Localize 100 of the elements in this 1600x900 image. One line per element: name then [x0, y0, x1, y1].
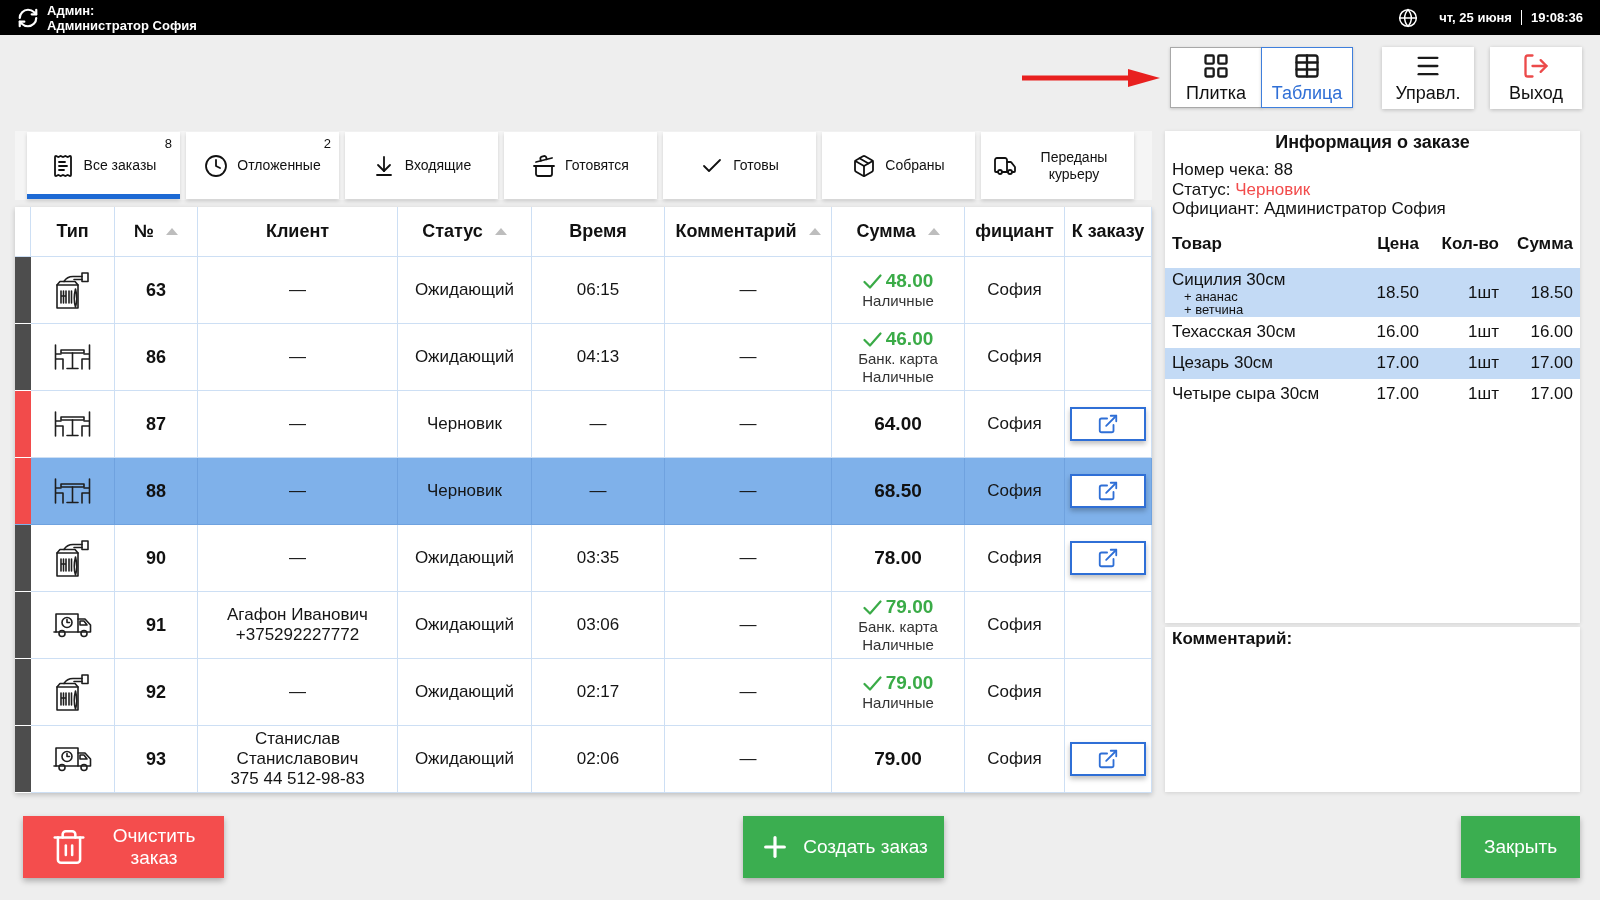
open-order-button[interactable] — [1070, 474, 1146, 508]
order-amount: 48.00 — [885, 270, 934, 292]
takeaway-bag-icon — [56, 539, 89, 577]
order-row[interactable]: 91 Агафон Иванович +375292227772 Ожидающий 03:06 — 79.00 Банк. карта Наличные София — [15, 592, 1152, 659]
item-price: 16.00 — [1375, 322, 1419, 342]
order-time: 02:17 — [576, 682, 620, 702]
order-number: 92 — [146, 681, 166, 703]
item-total: 17.00 — [1529, 353, 1573, 373]
order-time: 02:06 — [576, 749, 620, 769]
payment-method: Наличные — [862, 292, 934, 310]
client-name: — — [289, 548, 306, 568]
time-text: 19:08:36 — [1529, 10, 1583, 25]
order-amount: 79.00 — [874, 748, 922, 770]
order-info-line: Номер чека: 88 — [1172, 160, 1294, 180]
order-info-line: Статус: Черновик — [1172, 179, 1312, 199]
order-item-row[interactable]: Техасская 30см 16.00 1шт 16.00 — [1165, 316, 1580, 348]
column-header: № — [133, 221, 155, 242]
column-header: Кол-во — [1440, 233, 1499, 254]
order-filter-tab[interactable]: Отложенные 2 — [186, 132, 339, 199]
order-item-row[interactable]: Четыре сыра 30см 17.00 1шт 17.00 — [1165, 378, 1580, 410]
order-filter-tab[interactable]: Собраны — [822, 132, 975, 199]
order-filter-tab[interactable]: Переданы курьеру — [981, 132, 1134, 199]
order-amount: 79.00 — [885, 596, 934, 618]
exit-button[interactable]: Выход — [1490, 47, 1582, 109]
order-comment: — — [739, 280, 757, 300]
order-amount: 46.00 — [885, 328, 934, 350]
date-text: чт, 25 июня — [1439, 10, 1522, 25]
order-row[interactable]: 92 — Ожидающий 02:17 — 79.00 Наличные София — [15, 659, 1152, 726]
order-comment: — — [739, 481, 757, 501]
view-toggle-button[interactable]: Плитка — [1170, 47, 1262, 108]
open-order-button[interactable] — [1070, 742, 1146, 776]
open-order-button[interactable] — [1070, 407, 1146, 441]
logout-icon — [1522, 52, 1550, 80]
delivery-truck-icon — [53, 612, 92, 638]
table-chairs-icon — [54, 344, 91, 370]
open-order-button[interactable] — [1070, 541, 1146, 575]
refresh-icon[interactable] — [17, 6, 39, 29]
check-icon — [862, 331, 882, 347]
order-comment: — — [739, 347, 757, 367]
waiter-name: София — [987, 481, 1042, 501]
grid-icon — [1202, 51, 1230, 80]
globe-icon[interactable] — [1398, 7, 1419, 28]
waiter-name: София — [987, 615, 1042, 635]
order-row[interactable]: 86 — Ожидающий 04:13 — 46.00 Банк. карта Наличные София — [15, 324, 1152, 391]
order-filter-tab[interactable]: Готовятся — [504, 132, 657, 199]
order-number: 86 — [146, 346, 166, 368]
payment-method: Банк. карта — [858, 618, 938, 636]
order-comment: — — [739, 548, 757, 568]
order-time: 06:15 — [576, 280, 620, 300]
order-comment: — — [739, 615, 757, 635]
waiter-name: София — [987, 749, 1042, 769]
order-comment: — — [739, 414, 757, 434]
panel-title: Информация о заказе — [1274, 131, 1471, 153]
order-status: Ожидающий — [414, 749, 515, 769]
cooking-pot-icon — [532, 153, 557, 178]
column-header: Сумма — [856, 221, 916, 242]
external-link-icon — [1097, 413, 1119, 435]
item-quantity: 1шт — [1467, 353, 1499, 373]
order-number: 88 — [146, 480, 166, 502]
column-header: фициант — [975, 221, 1054, 242]
table-icon — [1293, 51, 1321, 80]
table-chairs-icon — [54, 411, 91, 437]
waiter-name: София — [987, 414, 1042, 434]
order-status: Черновик — [426, 481, 503, 501]
item-modifier: + ветчина — [1183, 303, 1245, 317]
column-header: Тип — [56, 221, 89, 242]
column-header: Сумма — [1516, 233, 1573, 254]
table-chairs-icon — [54, 478, 91, 504]
column-header: К заказу — [1071, 221, 1145, 242]
column-header: Клиент — [265, 221, 330, 242]
order-status: Черновик — [426, 414, 503, 434]
manage-button[interactable]: Управл. — [1382, 47, 1474, 109]
item-quantity: 1шт — [1467, 322, 1499, 342]
trash-icon — [50, 828, 88, 866]
order-number: 90 — [146, 547, 166, 569]
order-row[interactable]: 90 — Ожидающий 03:35 — 78.00 София — [15, 525, 1152, 592]
client-name: — — [289, 414, 306, 434]
item-name: Четыре сыра 30см — [1172, 384, 1321, 404]
order-row[interactable]: 87 — Черновик — — 64.00 София — [15, 391, 1152, 458]
order-row[interactable]: 93 Станислав Станиславович 375 44 512-98-83 Ожидающий 02:06 — 79.00 София — [15, 726, 1152, 793]
order-item-row[interactable]: Сицилия 30см + ананас + ветчина 18.50 1шт 18.50 — [1165, 267, 1580, 317]
waiter-name: София — [987, 548, 1042, 568]
waiter-name: София — [987, 682, 1042, 702]
order-filter-tab[interactable]: Все заказы 8 — [27, 132, 180, 199]
item-name: Сицилия 30см — [1172, 269, 1287, 290]
order-comment: — — [739, 749, 757, 769]
order-filter-tab[interactable]: Готовы — [663, 132, 816, 199]
order-row[interactable]: 88 — Черновик — — 68.50 София — [15, 458, 1152, 525]
item-price: 18.50 — [1375, 283, 1419, 303]
order-status: Ожидающий — [414, 615, 515, 635]
order-status: Ожидающий — [414, 280, 515, 300]
external-link-icon — [1097, 748, 1119, 770]
order-row[interactable]: 63 — Ожидающий 06:15 — 48.00 Наличные София — [15, 257, 1152, 324]
order-filter-tab[interactable]: Входящие — [345, 132, 498, 199]
clock-icon — [204, 153, 229, 178]
view-toggle-button[interactable]: Таблица — [1261, 47, 1353, 108]
column-header: Товар — [1172, 233, 1223, 254]
column-header: Время — [569, 221, 627, 242]
payment-method: Наличные — [862, 636, 934, 654]
order-item-row[interactable]: Цезарь 30см 17.00 1шт 17.00 — [1165, 347, 1580, 379]
